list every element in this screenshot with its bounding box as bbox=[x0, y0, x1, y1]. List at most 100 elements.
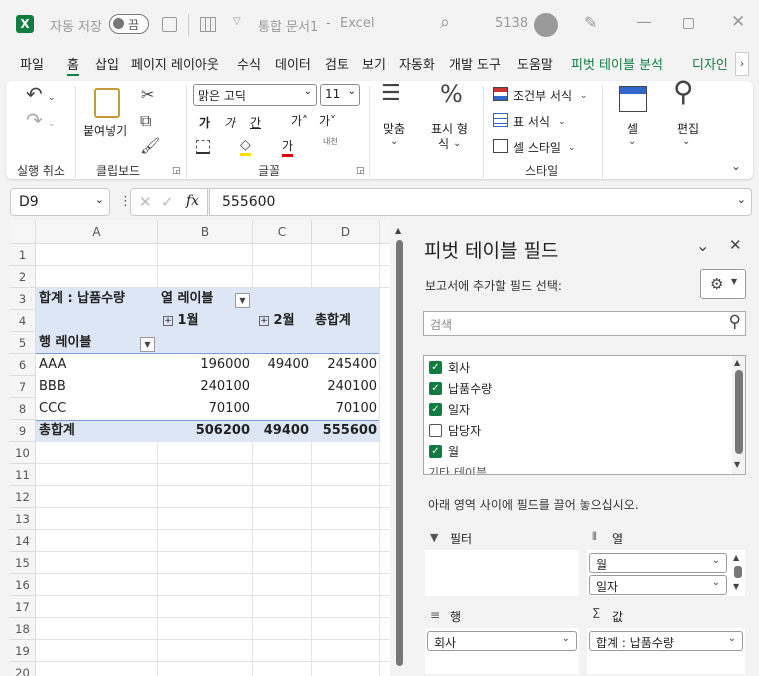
row-label-cell[interactable]: AAA bbox=[36, 354, 69, 376]
grid-scrollbar[interactable]: ▲ bbox=[392, 226, 406, 666]
tab-insert[interactable]: 삽입 bbox=[95, 54, 119, 76]
field-checkbox-company[interactable]: ✓ bbox=[429, 361, 442, 374]
value-cell[interactable]: 49400 bbox=[253, 354, 312, 376]
dialog-launcher-icon[interactable]: ◲ bbox=[356, 163, 365, 179]
row-header[interactable]: 15 bbox=[10, 552, 36, 574]
pivot-col-header-1[interactable]: + 1월 bbox=[160, 310, 202, 332]
column-header-e[interactable] bbox=[380, 220, 390, 244]
cancel-icon[interactable]: ✕ bbox=[139, 193, 152, 211]
shrink-font-button[interactable]: 가˅ bbox=[319, 112, 336, 129]
field-checkbox-manager[interactable] bbox=[429, 424, 442, 437]
undo-icon[interactable]: ↶ bbox=[26, 84, 43, 104]
column-header-d[interactable]: D bbox=[312, 220, 380, 244]
format-painter-icon[interactable]: 🖌 bbox=[140, 138, 160, 154]
font-name-select[interactable]: 맑은 고딕 ⌄ bbox=[193, 84, 317, 106]
border-icon[interactable] bbox=[196, 140, 210, 154]
row-label-cell[interactable]: CCC bbox=[36, 398, 69, 420]
field-search[interactable]: 검색 ⚲ bbox=[423, 311, 746, 336]
worksheet-grid[interactable]: A B C D 1 2 3 4 5 6 7 8 9 10 11 12 13 14… bbox=[10, 220, 390, 676]
grand-total-cell[interactable]: 555600 bbox=[312, 420, 380, 442]
grand-total-cell[interactable]: 506200 bbox=[158, 420, 253, 442]
qat-dropdown-icon[interactable]: ▽ bbox=[233, 16, 241, 27]
grow-font-button[interactable]: 가˄ bbox=[291, 112, 308, 129]
align-icon[interactable]: ☰ bbox=[381, 83, 401, 105]
pane-close-icon[interactable]: ✕ bbox=[729, 236, 742, 254]
name-box[interactable]: D9 ⌄ bbox=[10, 188, 110, 216]
field-list[interactable]: ✓ 회사 ✓ 납품수량 ✓ 일자 담당자 ✓ 월 기타 테이블 ▲ ▼ bbox=[423, 355, 746, 475]
row-header[interactable]: 20 bbox=[10, 662, 36, 676]
scrollbar-thumb[interactable] bbox=[396, 240, 403, 666]
scroll-down-icon[interactable]: ▼ bbox=[733, 582, 739, 591]
redo-icon[interactable]: ↷ bbox=[26, 110, 43, 130]
fill-color-icon[interactable]: ◇ bbox=[240, 137, 251, 156]
tab-review[interactable]: 검토 bbox=[325, 54, 349, 76]
save-icon[interactable] bbox=[162, 17, 177, 32]
paste-icon[interactable] bbox=[94, 88, 120, 118]
pen-icon[interactable]: ✎ bbox=[584, 13, 597, 32]
field-checkbox-date[interactable]: ✓ bbox=[429, 403, 442, 416]
row-header[interactable]: 13 bbox=[10, 508, 36, 530]
scroll-up-icon[interactable]: ▲ bbox=[395, 226, 401, 235]
tab-view[interactable]: 보기 bbox=[362, 54, 386, 76]
row-header[interactable]: 9 bbox=[10, 420, 36, 442]
row-header[interactable]: 18 bbox=[10, 618, 36, 640]
pivot-row-labels[interactable]: 행 레이블 bbox=[36, 332, 94, 354]
pivot-data-field-label[interactable]: 합계 : 납품수량 bbox=[36, 288, 128, 310]
tabs-scroll-right-icon[interactable]: › bbox=[735, 52, 749, 76]
tab-file[interactable]: 파일 bbox=[20, 54, 44, 76]
font-color-button[interactable]: 가 bbox=[282, 137, 294, 157]
value-cell[interactable]: 70100 bbox=[312, 398, 380, 420]
scroll-down-icon[interactable]: ▼ bbox=[734, 460, 740, 469]
field-checkbox-month[interactable]: ✓ bbox=[429, 445, 442, 458]
tab-automate[interactable]: 자동화 bbox=[399, 54, 435, 76]
scroll-up-icon[interactable]: ▲ bbox=[734, 358, 740, 367]
expand-formula-icon[interactable]: ⌄ bbox=[737, 193, 746, 206]
phonetic-button[interactable]: 내천 bbox=[323, 136, 338, 147]
column-header-a[interactable]: A bbox=[36, 220, 158, 244]
tab-help[interactable]: 도움말 bbox=[517, 54, 553, 76]
avatar[interactable] bbox=[534, 13, 558, 37]
scrollbar-thumb[interactable] bbox=[734, 566, 742, 578]
pivot-column-labels[interactable]: 열 레이블 bbox=[158, 288, 216, 310]
pivot-col-header-2[interactable]: + 2월 bbox=[256, 310, 298, 332]
autosave-toggle[interactable]: 끔 bbox=[109, 14, 149, 34]
rows-area[interactable]: 회사 ⌄ bbox=[425, 628, 579, 674]
row-header[interactable]: 7 bbox=[10, 376, 36, 398]
rows-item-company[interactable]: 회사 ⌄ bbox=[427, 631, 577, 651]
cut-icon[interactable]: ✂ bbox=[141, 87, 154, 103]
tab-home[interactable]: 홈 bbox=[67, 54, 79, 76]
paste-button[interactable]: 붙여넣기 bbox=[83, 122, 127, 139]
columns-item-date[interactable]: 일자 ⌄ bbox=[589, 575, 727, 595]
scrollbar-thumb[interactable] bbox=[735, 370, 743, 454]
pane-collapse-icon[interactable]: ⌄ bbox=[696, 236, 709, 255]
conditional-format-button[interactable]: 조건부 서식 bbox=[513, 87, 572, 104]
tab-page-layout[interactable]: 페이지 레이아웃 bbox=[131, 54, 219, 76]
insert-function-icon[interactable]: fx bbox=[186, 193, 199, 209]
scroll-up-icon[interactable]: ▲ bbox=[733, 553, 739, 562]
font-size-select[interactable]: 11 ⌄ bbox=[320, 84, 360, 106]
row-header[interactable]: 16 bbox=[10, 574, 36, 596]
value-cell[interactable]: 245400 bbox=[312, 354, 380, 376]
value-cell[interactable]: 240100 bbox=[312, 376, 380, 398]
undo-dropdown-icon[interactable]: ⌄ bbox=[48, 90, 56, 106]
tab-pivot-analyze[interactable]: 피벗 테이블 분석 bbox=[571, 54, 663, 76]
row-header[interactable]: 3 bbox=[10, 288, 36, 310]
tab-formulas[interactable]: 수식 bbox=[237, 54, 261, 76]
columns-area[interactable]: 월 ⌄ 일자 ⌄ ▲ ▼ bbox=[587, 550, 745, 596]
enter-icon[interactable]: ✓ bbox=[161, 193, 174, 211]
value-cell[interactable]: 70100 bbox=[158, 398, 253, 420]
pane-settings-button[interactable]: ⚙ ▼ bbox=[700, 269, 746, 299]
expand-icon[interactable]: + bbox=[259, 315, 269, 326]
values-item-sum-quantity[interactable]: 합계 : 납품수량 ⌄ bbox=[589, 631, 743, 651]
tab-design[interactable]: 디자인 bbox=[692, 54, 728, 76]
column-header-b[interactable]: B bbox=[158, 220, 253, 244]
minimize-icon[interactable]: — bbox=[636, 12, 652, 31]
copy-icon[interactable]: ⧉ bbox=[140, 113, 151, 129]
columns-item-month[interactable]: 월 ⌄ bbox=[589, 553, 727, 573]
cell-style-button[interactable]: 셀 스타일 bbox=[513, 139, 561, 156]
row-header[interactable]: 10 bbox=[10, 442, 36, 464]
values-area[interactable]: 합계 : 납품수량 ⌄ bbox=[587, 628, 745, 674]
grand-total-label[interactable]: 총합계 bbox=[36, 420, 78, 442]
underline-button[interactable]: 간 bbox=[250, 114, 261, 131]
expand-icon[interactable]: + bbox=[163, 315, 173, 326]
